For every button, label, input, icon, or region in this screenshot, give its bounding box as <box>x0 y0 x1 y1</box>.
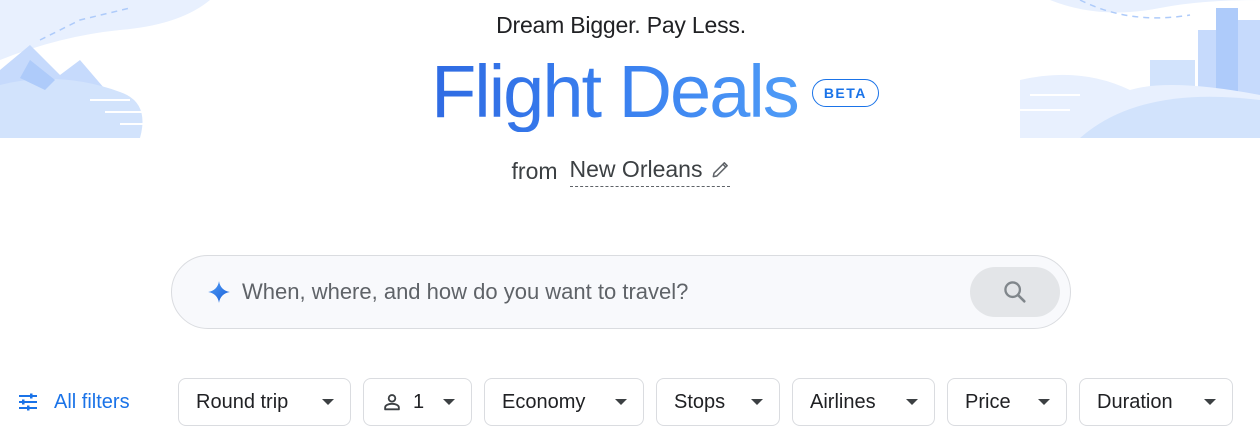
passengers-value: 1 <box>413 390 425 413</box>
airlines-dropdown[interactable]: Airlines <box>792 378 935 426</box>
tagline: Dream Bigger. Pay Less. <box>496 12 746 38</box>
chevron-down-icon <box>751 399 763 405</box>
chevron-down-icon <box>322 399 334 405</box>
origin-row: from New Orleans <box>0 156 1242 187</box>
origin-city: New Orleans <box>569 156 703 182</box>
all-filters-button[interactable]: All filters <box>16 378 130 426</box>
origin-city-button[interactable]: New Orleans <box>569 156 731 187</box>
search-input[interactable] <box>242 279 970 305</box>
filter-bar: All filters Round trip 1 Economy Stops A… <box>0 378 1260 426</box>
trip-type-dropdown[interactable]: Round trip <box>178 378 351 426</box>
stops-dropdown[interactable]: Stops <box>656 378 780 426</box>
all-filters-label: All filters <box>54 390 130 413</box>
beta-badge: BETA <box>811 79 879 107</box>
page-title: Flight Deals <box>431 50 800 133</box>
search-bar <box>171 255 1071 329</box>
title-row: Flight Deals BETA <box>0 52 1260 132</box>
sparkle-icon <box>206 279 232 305</box>
duration-dropdown[interactable]: Duration <box>1079 378 1233 426</box>
airlines-label: Airlines <box>810 390 876 413</box>
stops-label: Stops <box>674 390 726 413</box>
cabin-class-value: Economy <box>502 390 586 413</box>
search-icon <box>1001 278 1029 306</box>
chevron-down-icon <box>1204 399 1216 405</box>
chevron-down-icon <box>906 399 918 405</box>
origin-label: from <box>511 158 558 184</box>
trip-type-value: Round trip <box>196 390 289 413</box>
cabin-class-dropdown[interactable]: Economy <box>484 378 644 426</box>
search-button[interactable] <box>970 267 1060 317</box>
chevron-down-icon <box>615 399 627 405</box>
duration-label: Duration <box>1097 390 1173 413</box>
passengers-dropdown[interactable]: 1 <box>363 378 472 426</box>
person-icon <box>381 391 403 413</box>
tune-icon <box>16 390 40 414</box>
chevron-down-icon <box>1038 399 1050 405</box>
price-label: Price <box>965 390 1011 413</box>
pencil-icon <box>710 160 730 180</box>
chevron-down-icon <box>443 399 455 405</box>
price-dropdown[interactable]: Price <box>947 378 1067 426</box>
